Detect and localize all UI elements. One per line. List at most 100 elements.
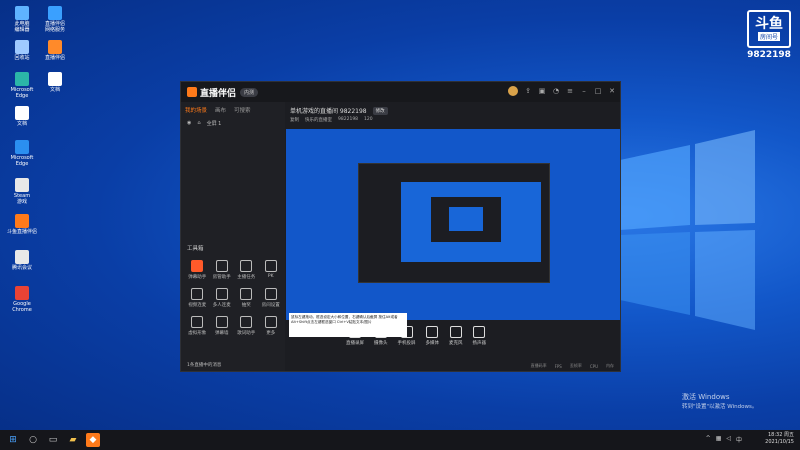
desktop-icon-label: 文档: [16, 121, 27, 127]
desktop-icon-label: 直播伴侣: [44, 55, 65, 61]
room-label: 房间号: [757, 32, 780, 41]
tool-item[interactable]: 抽奖: [234, 288, 259, 308]
tool-icon: [240, 316, 253, 328]
file-explorer-icon[interactable]: ▰: [66, 433, 80, 447]
scene-label: 全屏 1: [206, 121, 222, 127]
tool-item[interactable]: 歌词助手: [234, 316, 259, 336]
app-icon: [15, 214, 29, 228]
source-button[interactable]: 扬声器: [473, 322, 486, 359]
screenshot-tooltip: 鼠标左键拖动，框选设定大小和位置，右键确认后截屏 按住Alt或者Alt+Shif…: [289, 313, 407, 337]
version-badge: 内测: [240, 87, 259, 97]
source-label: 麦克风: [449, 341, 463, 346]
clock[interactable]: 18:32 周五 2021/10/15: [765, 432, 794, 446]
lock-icon[interactable]: ⌂: [197, 120, 200, 127]
desktop-icon[interactable]: Google Chrome: [5, 286, 39, 313]
clock-time: 18:32 周五: [768, 432, 794, 438]
desktop-icon[interactable]: 腾讯会议: [5, 250, 39, 271]
start-icon[interactable]: ⊞: [6, 433, 20, 447]
tool-item[interactable]: 弹幕助手: [185, 260, 210, 280]
source-label: 手机投屏: [397, 341, 416, 346]
tool-item[interactable]: PK: [259, 260, 284, 280]
desktop-icon[interactable]: 直播伴侣: [38, 40, 72, 61]
maximize-icon[interactable]: □: [594, 87, 602, 95]
source-icon: [473, 326, 486, 338]
activate-windows-notice: 激活 Windows 转到"设置"以激活 Windows。: [682, 392, 757, 412]
source-button[interactable]: 麦克风: [449, 322, 463, 359]
menu-icon[interactable]: ≡: [566, 87, 574, 95]
source-label: 多媒体: [425, 341, 440, 346]
app-titlebar: 直播伴侣 内测 ⇪ ▣ ◔ ≡ – □ ✕: [181, 82, 620, 102]
minimize-icon[interactable]: –: [580, 87, 588, 95]
tool-icon: [240, 288, 253, 300]
tool-icon: [215, 260, 228, 272]
tool-item[interactable]: 更多: [259, 316, 284, 336]
tool-item[interactable]: 房管助手: [210, 260, 235, 280]
gift-icon[interactable]: ▣: [538, 87, 546, 95]
tool-label: 虚拟形象: [188, 331, 207, 336]
search-icon[interactable]: ○: [26, 433, 40, 447]
douyu-watermark: 斗鱼 房间号 9822198: [746, 10, 792, 60]
ime-icon[interactable]: 中: [736, 435, 742, 444]
tab-searchable[interactable]: 可搜索: [234, 106, 251, 114]
app-icon: [15, 140, 29, 154]
tool-item[interactable]: 房间设置: [259, 288, 284, 308]
clock-date: 2021/10/15: [765, 439, 794, 445]
source-icon: [426, 326, 439, 338]
desktop-icon[interactable]: 回收站: [5, 40, 39, 61]
chevron-up-icon[interactable]: ^: [706, 435, 711, 444]
tool-icon: [191, 288, 204, 300]
source-icon: [449, 326, 462, 338]
tab-my-scene[interactable]: 我的场景: [185, 106, 207, 114]
tool-icon: [264, 316, 277, 328]
tab-canvas[interactable]: 画布: [215, 106, 226, 114]
tool-label: 主播任务: [237, 275, 256, 280]
copy-button[interactable]: 复制: [290, 117, 299, 123]
tool-icon: [191, 260, 204, 272]
tool-item[interactable]: 主播任务: [234, 260, 259, 280]
app-icon: [15, 72, 29, 86]
desktop-icon-label: 斗鱼直播伴侣: [6, 229, 37, 235]
tool-item[interactable]: 虚拟形象: [185, 316, 210, 336]
desktop-icon[interactable]: Microsoft Edge: [5, 72, 39, 99]
tool-label: 房间设置: [261, 303, 280, 308]
app-logo: 直播伴侣: [187, 86, 236, 99]
stream-preview[interactable]: [286, 129, 620, 320]
notification-icon[interactable]: ◔: [552, 87, 560, 95]
room-number: 9822198: [338, 117, 359, 122]
left-footer-message[interactable]: 1条直播中的消息: [181, 359, 285, 371]
app-icon: [15, 6, 29, 20]
task-view-icon[interactable]: ▭: [46, 433, 60, 447]
room-title: 单机游戏的直播间 9822198: [290, 108, 367, 115]
desktop-icon-label: Steam 游戏: [13, 193, 31, 205]
desktop-icon[interactable]: 此电脑 编辑器: [5, 6, 39, 33]
network-icon[interactable]: ▦: [716, 435, 722, 444]
app-icon: [15, 178, 29, 192]
app-icon: [48, 72, 62, 86]
tool-item[interactable]: 多人连麦: [210, 288, 235, 308]
desktop-icon[interactable]: 斗鱼直播伴侣: [5, 214, 39, 235]
desktop-icon[interactable]: 文档: [38, 72, 72, 93]
eye-icon[interactable]: ◉: [187, 120, 191, 127]
desktop-icon-label: Google Chrome: [12, 301, 32, 313]
status-bar: 直播码率 FPS 丢帧率 CPU 内存: [286, 361, 620, 371]
toolbox-grid: 弹幕助手 房管助手 主播任务 PK 视频连麦 多人连麦 抽奖 房间设置虚拟形象 弹幕墙 歌词助手 更…: [185, 260, 283, 336]
room-id: 9822198: [747, 50, 791, 60]
avatar[interactable]: [508, 86, 518, 96]
desktop-icon[interactable]: 直播伴侣 网络服务: [38, 6, 72, 33]
source-button[interactable]: 多媒体: [425, 322, 440, 359]
desktop-icon[interactable]: Microsoft Edge: [5, 140, 39, 167]
app-icon: [48, 40, 62, 54]
scene-item[interactable]: ◉ ⌂ 全屏 1: [181, 116, 285, 131]
tool-item[interactable]: 弹幕墙: [210, 316, 235, 336]
tool-item[interactable]: 视频连麦: [185, 288, 210, 308]
desktop-icon[interactable]: 文档: [5, 106, 39, 127]
tool-icon: [191, 316, 204, 328]
edit-room-button[interactable]: 修改: [372, 106, 388, 115]
volume-icon[interactable]: ◁: [726, 435, 731, 444]
desktop-icon-label: Microsoft Edge: [10, 87, 34, 99]
close-icon[interactable]: ✕: [608, 87, 616, 95]
live-companion-taskbar-icon[interactable]: ◆: [86, 433, 100, 447]
desktop-icon[interactable]: Steam 游戏: [5, 178, 39, 205]
desktop-icon-label: 回收站: [14, 55, 30, 61]
share-icon[interactable]: ⇪: [524, 87, 532, 95]
